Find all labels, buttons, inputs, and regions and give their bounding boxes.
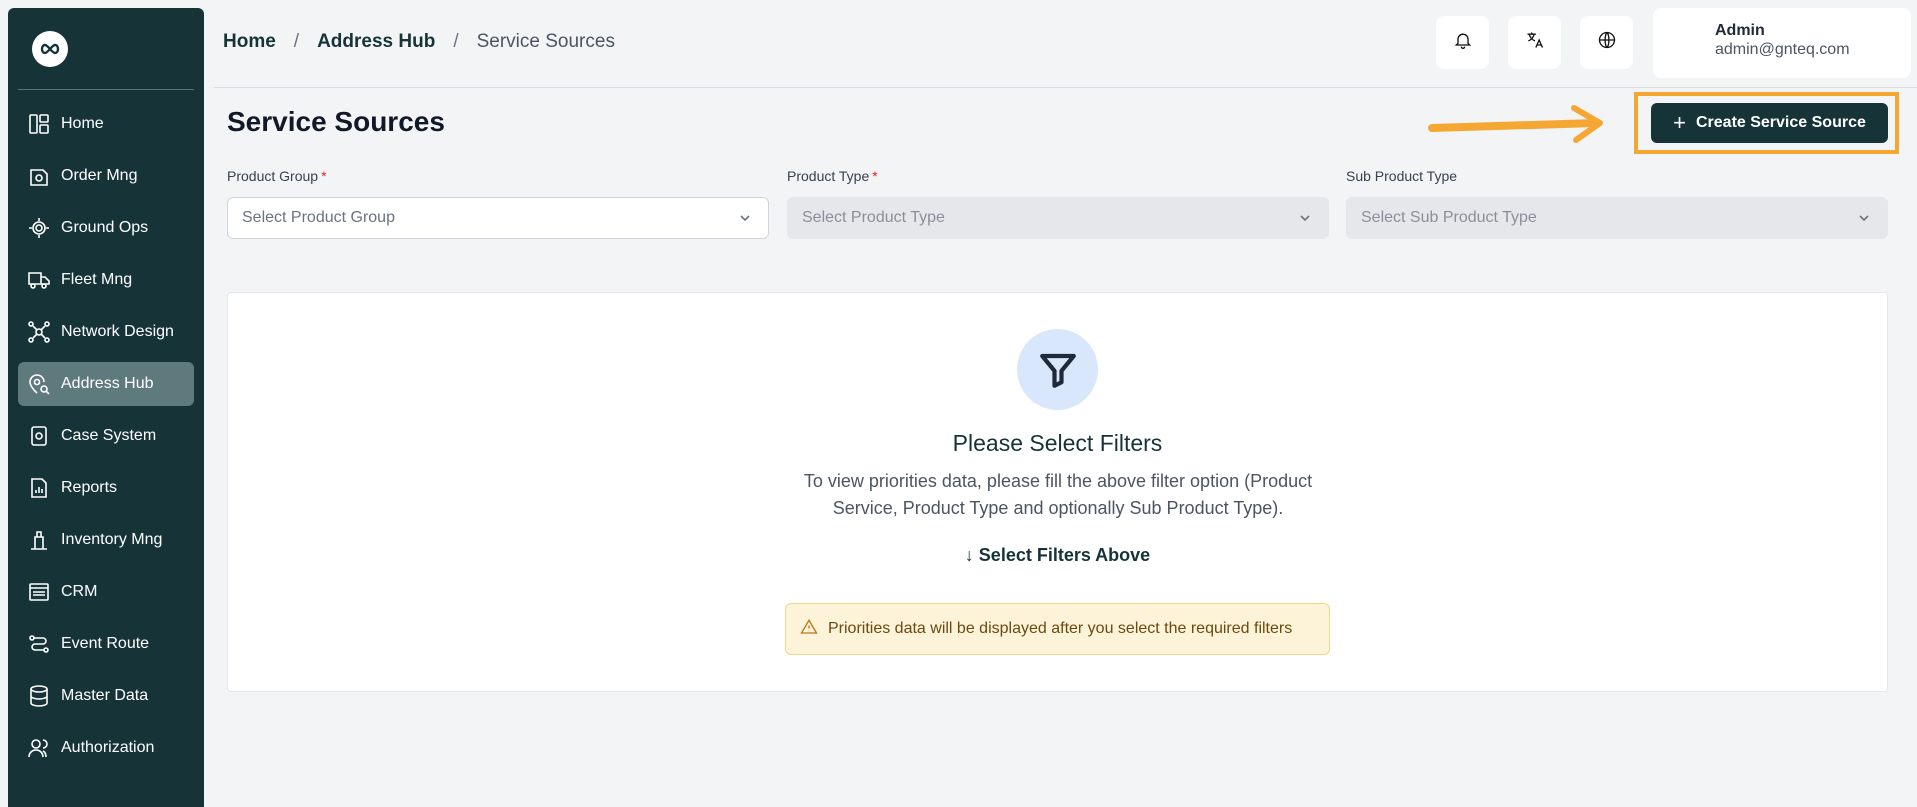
breadcrumb-separator: /: [293, 31, 300, 52]
bell-icon: [1453, 30, 1473, 55]
sidebar-item-label: Case System: [61, 427, 157, 444]
sidebar-item-label: Ground Ops: [61, 219, 149, 236]
sidebar-item-label: Fleet Mng: [61, 271, 133, 288]
product-type-placeholder: Select Product Type: [802, 209, 945, 226]
globe-icon: [1597, 30, 1617, 55]
sub-product-type-select[interactable]: Select Sub Product Type: [1346, 197, 1888, 239]
inventory-icon: [26, 527, 52, 553]
sidebar-item-event-route[interactable]: Event Route: [18, 622, 194, 666]
product-group-select[interactable]: Select Product Group: [227, 197, 769, 239]
sub-product-type-label: Sub Product Type: [1346, 168, 1458, 184]
sidebar-nav: Home Order Mng Ground Ops Fleet Mng Netw…: [8, 102, 204, 770]
sidebar-item-authorization[interactable]: Authorization: [18, 726, 194, 770]
sidebar-item-label: Network Design: [61, 323, 174, 340]
sidebar-item-inventory-mng[interactable]: Inventory Mng: [18, 518, 194, 562]
infinity-logo-icon[interactable]: [32, 30, 68, 67]
chevron-down-icon: [738, 211, 752, 225]
language-button[interactable]: [1580, 16, 1633, 69]
report-icon: [26, 475, 52, 501]
database-icon: [26, 683, 52, 709]
package-icon: [26, 163, 52, 189]
sidebar-item-label: Authorization: [61, 739, 155, 756]
select-filters-hint: ↓ Select Filters Above: [964, 545, 1151, 565]
breadcrumb-current: Service Sources: [476, 31, 615, 52]
sidebar-item-home[interactable]: Home: [18, 102, 194, 146]
map-pin-search-icon: [26, 371, 52, 397]
sidebar-item-order-mng[interactable]: Order Mng: [18, 154, 194, 198]
create-service-source-button[interactable]: + Create Service Source: [1651, 103, 1888, 143]
sidebar-item-case-system[interactable]: Case System: [18, 414, 194, 458]
product-type-label: Product Type *: [787, 168, 878, 184]
sidebar-item-reports[interactable]: Reports: [18, 466, 194, 510]
sidebar-logo-area: [18, 8, 194, 90]
sidebar-item-label: Reports: [61, 479, 118, 496]
sidebar-item-label: Order Mng: [61, 167, 138, 184]
user-profile[interactable]: Admin admin@gnteq.com: [1653, 8, 1911, 78]
user-email: admin@gnteq.com: [1715, 41, 1850, 58]
breadcrumb-home[interactable]: Home: [223, 31, 276, 53]
case-file-icon: [26, 423, 52, 449]
sidebar-item-label: Home: [61, 115, 104, 132]
sidebar-item-label: Inventory Mng: [61, 531, 163, 548]
sidebar: Home Order Mng Ground Ops Fleet Mng Netw…: [8, 8, 204, 807]
sidebar-item-ground-ops[interactable]: Ground Ops: [18, 206, 194, 250]
breadcrumb: Home / Address Hub / Service Sources: [223, 31, 615, 53]
product-group-label: Product Group *: [227, 168, 327, 184]
plus-icon: +: [1673, 110, 1686, 135]
sidebar-item-label: CRM: [61, 583, 98, 600]
translate-button[interactable]: [1508, 16, 1561, 69]
route-icon: [26, 631, 52, 657]
breadcrumb-separator: /: [453, 31, 459, 52]
sidebar-item-fleet-mng[interactable]: Fleet Mng: [18, 258, 194, 302]
sidebar-item-address-hub[interactable]: Address Hub: [18, 362, 194, 406]
layout-icon: [26, 111, 52, 137]
user-name: Admin: [1715, 22, 1765, 39]
annotation-arrow-icon: [1428, 104, 1608, 149]
sidebar-item-network-design[interactable]: Network Design: [18, 310, 194, 354]
users-icon: [26, 735, 52, 761]
sub-product-type-placeholder: Select Sub Product Type: [1361, 209, 1537, 226]
filter-icon: [1017, 329, 1098, 410]
translate-icon: [1525, 30, 1545, 55]
sidebar-item-label: Event Route: [61, 635, 150, 652]
sidebar-item-crm[interactable]: CRM: [18, 570, 194, 614]
arrow-down-icon: ↓: [964, 545, 974, 565]
empty-state-title: Please Select Filters: [952, 430, 1163, 456]
chevron-down-icon: [1298, 211, 1312, 225]
sidebar-item-label: Master Data: [61, 687, 149, 704]
gear-scan-icon: [26, 215, 52, 241]
warning-banner: Priorities data will be displayed after …: [785, 603, 1330, 655]
chevron-down-icon: [1857, 211, 1871, 225]
empty-state-description: To view priorities data, please fill the…: [803, 471, 1313, 518]
truck-icon: [26, 267, 52, 293]
warning-icon: [800, 618, 818, 641]
page-title: Service Sources: [227, 106, 445, 137]
product-group-placeholder: Select Product Group: [242, 209, 395, 226]
product-type-select[interactable]: Select Product Type: [787, 197, 1329, 239]
sidebar-item-master-data[interactable]: Master Data: [18, 674, 194, 718]
sidebar-item-label: Address Hub: [61, 375, 154, 392]
crm-icon: [26, 579, 52, 605]
warning-text: Priorities data will be displayed after …: [828, 620, 1293, 637]
network-icon: [26, 319, 52, 345]
create-button-label: Create Service Source: [1695, 114, 1866, 131]
notifications-button[interactable]: [1436, 16, 1489, 69]
breadcrumb-address-hub[interactable]: Address Hub: [317, 31, 435, 53]
